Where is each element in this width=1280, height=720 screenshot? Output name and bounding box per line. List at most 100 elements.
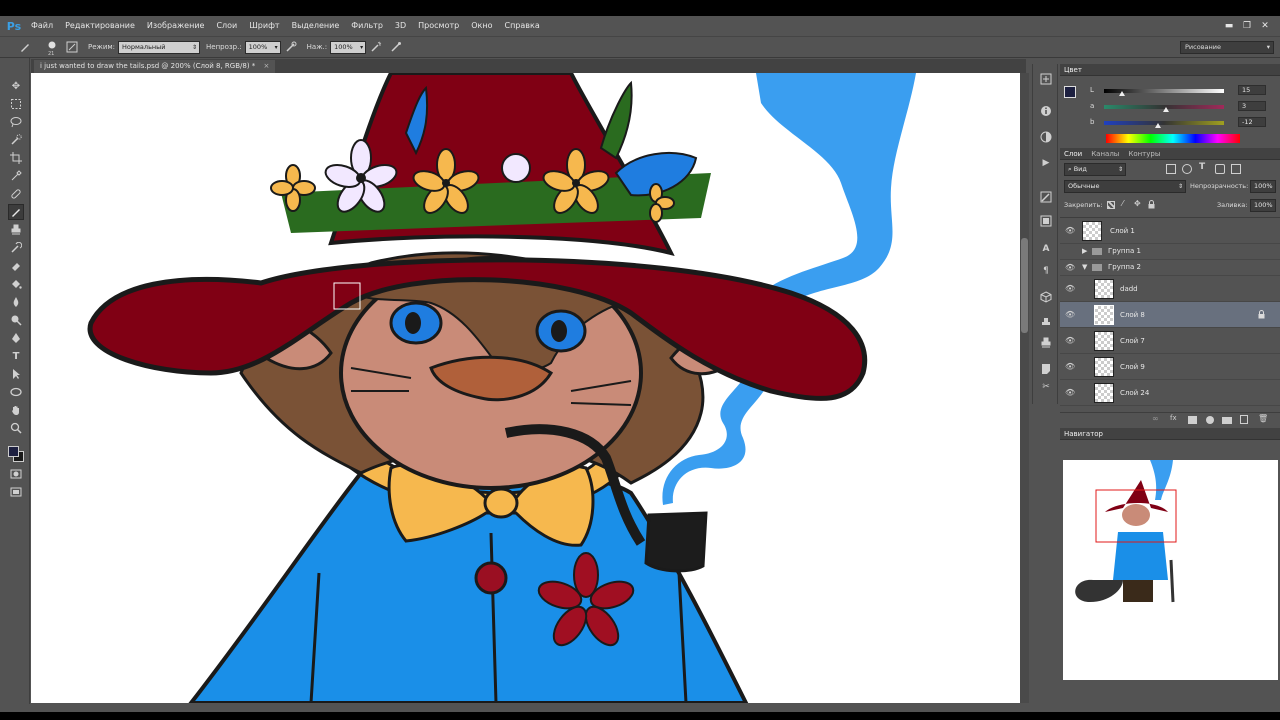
info-panel-icon[interactable] (1039, 104, 1053, 118)
vertical-scrollbar[interactable] (1020, 73, 1029, 703)
layer-row[interactable]: 👁 Слой 9 (1060, 354, 1280, 380)
crop-tool-icon[interactable] (8, 150, 24, 166)
slider-b-value[interactable]: -12 (1238, 117, 1266, 127)
adjustment-layer-icon[interactable] (1206, 416, 1214, 424)
group-row[interactable]: ▶ Группа 1 (1060, 244, 1280, 260)
eye-icon[interactable]: 👁 (1065, 284, 1075, 294)
lock-transparent-icon[interactable] (1107, 201, 1115, 209)
navigator-preview[interactable] (1063, 460, 1278, 680)
pressure-opacity-icon[interactable] (284, 40, 298, 54)
eraser-tool-icon[interactable] (8, 258, 24, 274)
close-button[interactable]: ✕ (1258, 21, 1272, 32)
brush-presets-panel-icon[interactable] (1039, 190, 1053, 204)
brush-preset-picker[interactable]: 21 (45, 40, 59, 57)
eye-icon[interactable]: 👁 (1065, 362, 1075, 372)
workspace-select[interactable]: Рисование ▾ (1180, 41, 1274, 54)
eye-icon[interactable]: 👁 (1065, 336, 1075, 346)
lock-position-icon[interactable]: ✥ (1134, 199, 1141, 208)
move-tool-icon[interactable]: ✥ (8, 78, 24, 94)
adjustments-panel-icon[interactable] (1039, 130, 1053, 144)
history-brush-tool-icon[interactable] (8, 240, 24, 256)
notes-panel-icon[interactable] (1039, 362, 1053, 376)
layer-row[interactable]: 👁 Слой 7 (1060, 328, 1280, 354)
filter-type-icon[interactable]: T (1199, 162, 1205, 172)
add-mask-icon[interactable] (1188, 416, 1197, 424)
foreground-color-swatch[interactable] (8, 446, 19, 457)
chevron-down-icon[interactable]: ▼ (1082, 263, 1087, 271)
slider-l-value[interactable]: 15 (1238, 85, 1266, 95)
screen-mode-icon[interactable] (8, 484, 24, 500)
document-tab[interactable]: i just wanted to draw the tails.psd @ 20… (34, 60, 276, 73)
slider-a[interactable]: a 3 (1090, 101, 1270, 112)
layer-row-selected[interactable]: 👁 Слой 8 (1060, 302, 1280, 328)
menu-window[interactable]: Окно (465, 16, 498, 36)
actions-panel-icon[interactable]: ▶ (1039, 156, 1053, 170)
lock-all-icon[interactable] (1148, 200, 1155, 209)
blend-mode-select[interactable]: Обычные ⇕ (1064, 180, 1186, 193)
group-row[interactable]: 👁 ▼ Группа 2 (1060, 260, 1280, 276)
path-selection-tool-icon[interactable] (8, 366, 24, 382)
dodge-tool-icon[interactable] (8, 312, 24, 328)
clone-source-panel-icon[interactable] (1039, 316, 1053, 330)
link-layers-icon[interactable]: ∞ (1152, 414, 1159, 423)
close-icon[interactable]: × (264, 62, 270, 70)
tab-navigator[interactable]: Навигатор (1064, 430, 1108, 438)
eyedropper-tool-icon[interactable] (8, 168, 24, 184)
menu-layers[interactable]: Слои (210, 16, 243, 36)
tool-presets-panel-icon[interactable] (1039, 336, 1053, 350)
filter-pixel-icon[interactable] (1166, 164, 1176, 174)
slider-a-value[interactable]: 3 (1238, 101, 1266, 111)
document-canvas[interactable] (31, 73, 1020, 703)
airbrush-icon[interactable] (369, 40, 383, 54)
paint-bucket-tool-icon[interactable] (8, 276, 24, 292)
filter-smart-object-icon[interactable] (1231, 164, 1241, 174)
tab-channels[interactable]: Каналы (1091, 150, 1124, 158)
marquee-tool-icon[interactable] (8, 96, 24, 112)
menu-image[interactable]: Изображение (141, 16, 211, 36)
layer-style-icon[interactable]: fx (1170, 414, 1177, 422)
flow-input[interactable]: 100% ▾ (330, 40, 367, 54)
menu-view[interactable]: Просмотр (412, 16, 465, 36)
menu-3d[interactable]: 3D (389, 16, 412, 36)
brush-tool-icon[interactable] (8, 204, 24, 220)
zoom-tool-icon[interactable] (8, 420, 24, 436)
tools-misc-panel-icon[interactable]: ✂ (1039, 380, 1053, 394)
restore-button[interactable]: ❐ (1240, 21, 1254, 32)
eye-icon[interactable]: 👁 (1065, 226, 1075, 236)
3d-panel-icon[interactable] (1039, 290, 1053, 304)
menu-select[interactable]: Выделение (286, 16, 346, 36)
eye-hidden-slot[interactable] (1065, 247, 1075, 257)
slider-a-knob[interactable] (1163, 107, 1170, 112)
layer-opacity-input[interactable]: 100% (1250, 180, 1276, 193)
eye-icon[interactable]: 👁 (1065, 388, 1075, 398)
type-tool-icon[interactable]: T (8, 348, 24, 364)
tab-color[interactable]: Цвет (1064, 66, 1087, 74)
swatches-panel-icon[interactable] (1039, 214, 1053, 228)
slider-b-track[interactable] (1104, 121, 1224, 125)
new-group-icon[interactable] (1222, 417, 1232, 424)
layer-row[interactable]: 👁 Слой 1 (1060, 218, 1280, 244)
menu-edit[interactable]: Редактирование (59, 16, 141, 36)
eye-icon[interactable]: 👁 (1065, 263, 1075, 273)
opacity-input[interactable]: 100% ▾ (244, 40, 281, 54)
paragraph-panel-icon[interactable]: ¶ (1039, 264, 1053, 278)
healing-brush-tool-icon[interactable] (8, 186, 24, 202)
clone-stamp-tool-icon[interactable] (8, 222, 24, 238)
color-spectrum-bar[interactable] (1106, 134, 1240, 143)
fill-input[interactable]: 100% (1250, 199, 1276, 212)
scrollbar-thumb[interactable] (1021, 238, 1028, 333)
shape-tool-icon[interactable] (8, 384, 24, 400)
pressure-size-icon[interactable] (389, 40, 403, 54)
tab-layers[interactable]: Слои (1064, 150, 1087, 158)
hand-tool-icon[interactable] (8, 402, 24, 418)
mode-select[interactable]: Нормальный ⇕ (118, 40, 201, 54)
lock-brush-icon[interactable]: ⁄ (1122, 199, 1123, 208)
history-panel-icon[interactable] (1039, 72, 1053, 86)
color-swatches[interactable] (1064, 86, 1082, 104)
foreground-color-chip[interactable] (1064, 86, 1076, 98)
menu-filter[interactable]: Фильтр (345, 16, 389, 36)
menu-file[interactable]: Файл (25, 16, 59, 36)
brush-panel-icon[interactable] (65, 40, 79, 54)
delete-layer-icon[interactable]: 🗑 (1258, 414, 1268, 423)
layer-kind-filter[interactable]: ⌕ Вид ⇕ (1064, 163, 1126, 176)
